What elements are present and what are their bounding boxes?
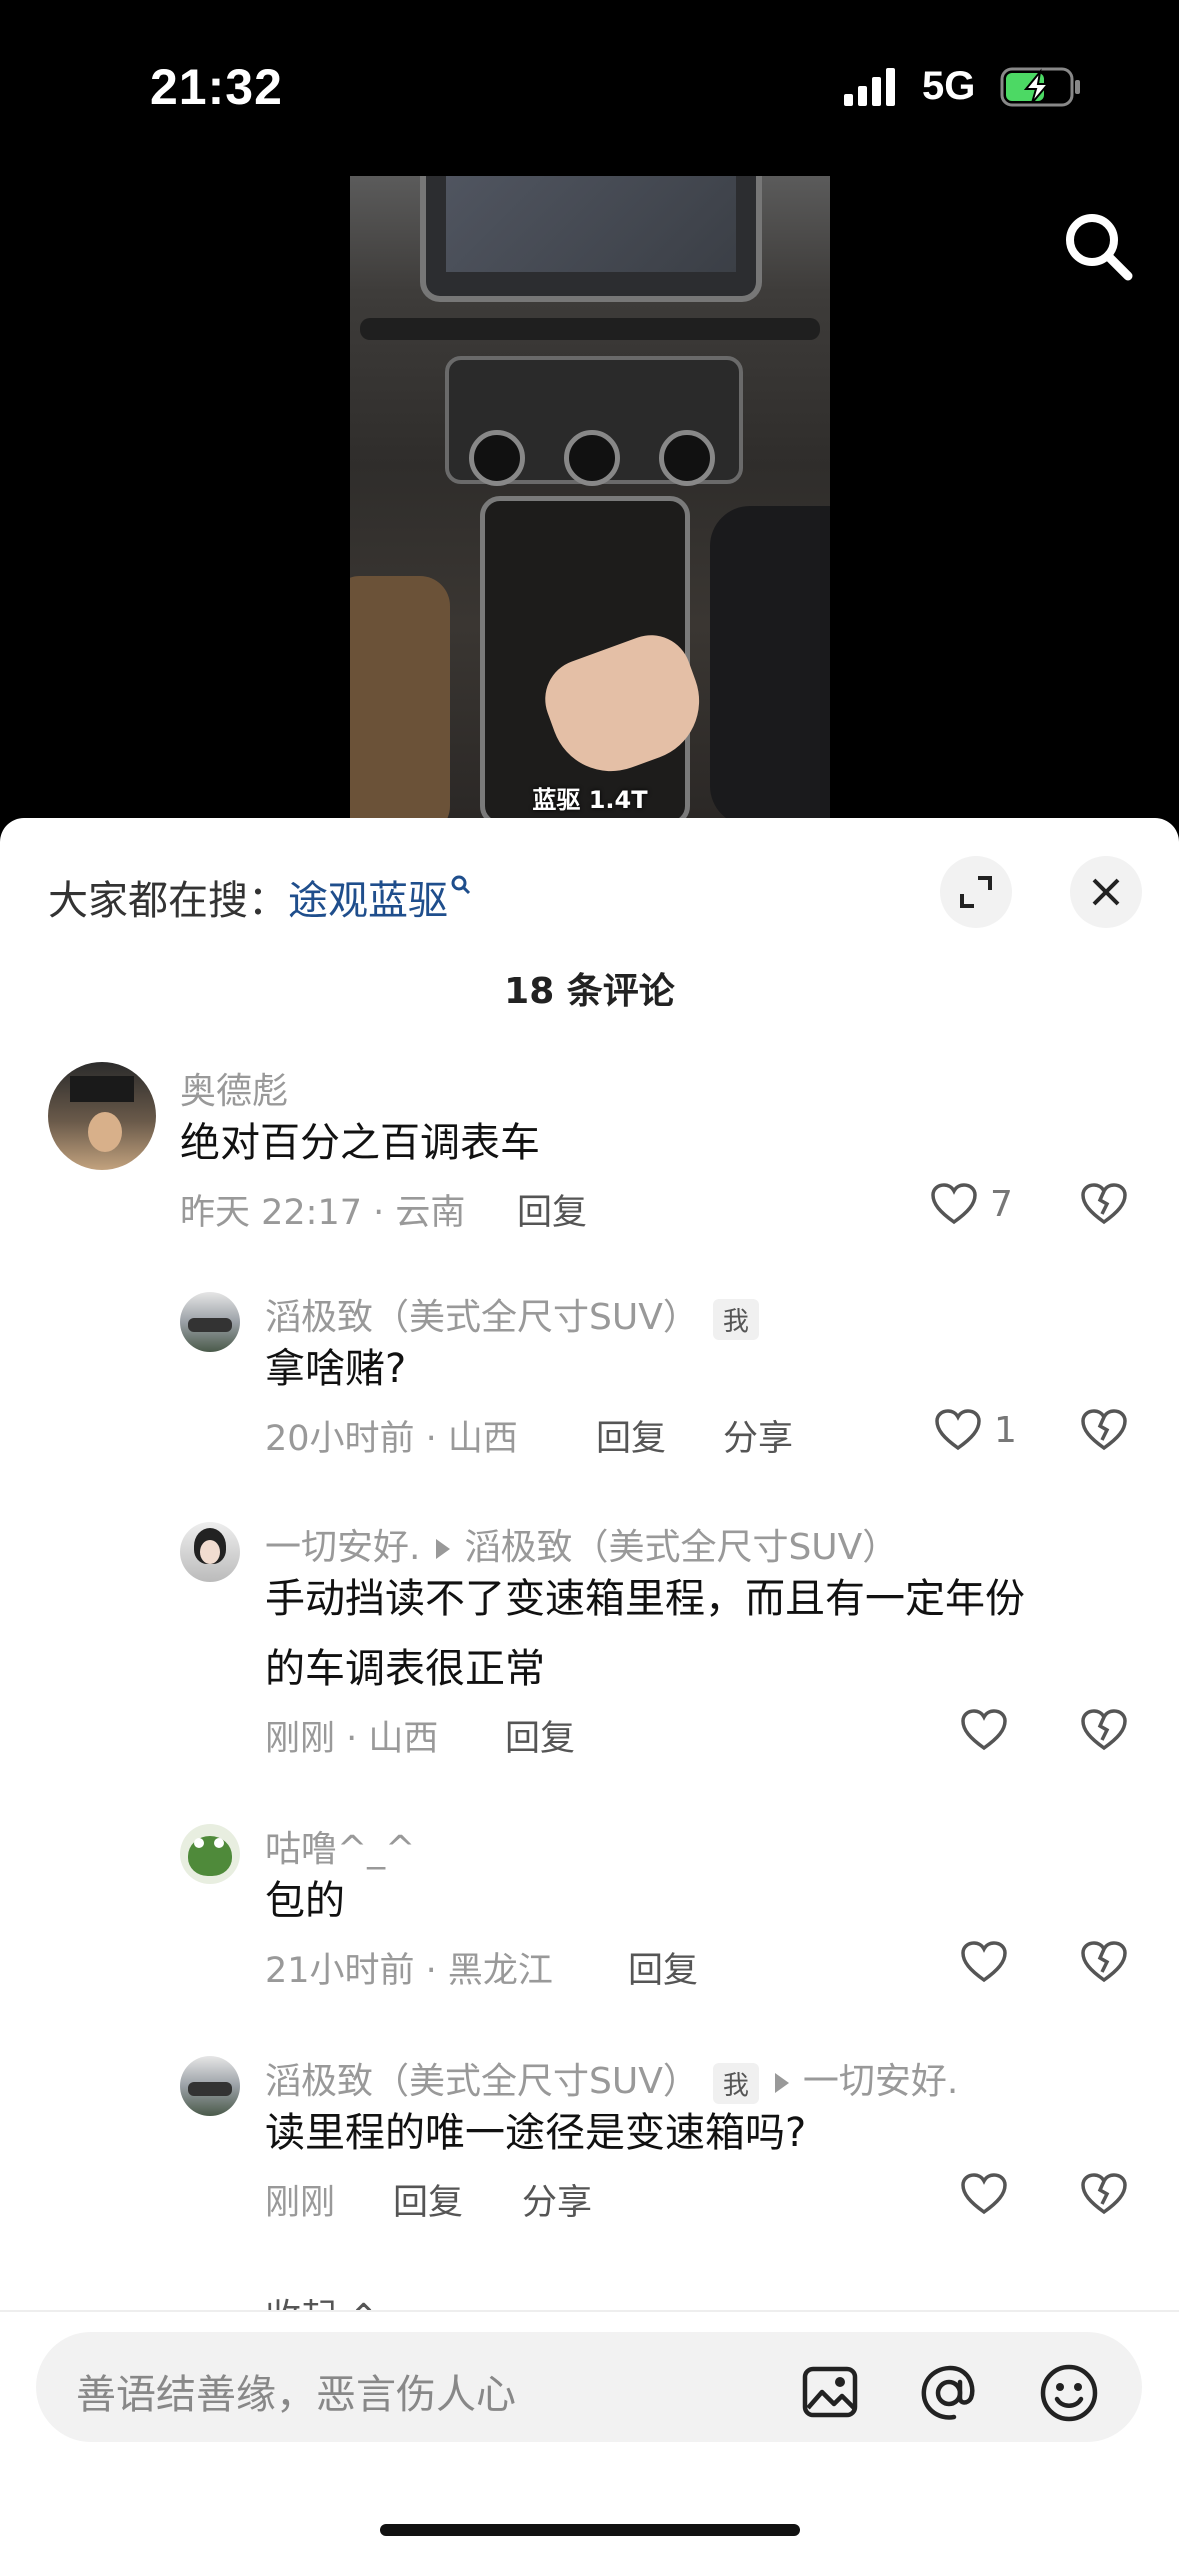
climate-panel: [445, 356, 743, 486]
me-tag: 我: [712, 1298, 759, 1340]
avatar[interactable]: [180, 2056, 240, 2116]
dislike-icon[interactable]: [1080, 1940, 1128, 1984]
share-button[interactable]: 分享: [522, 2174, 592, 2225]
status-bar: 21:32 5G: [0, 0, 1179, 160]
reply-username-text[interactable]: 一切安好.: [265, 1527, 420, 1568]
reply-button[interactable]: 回复: [596, 1410, 666, 1461]
avatar[interactable]: [180, 1292, 240, 1352]
reply-to-user[interactable]: 滔极致（美式全尺寸SUV）: [464, 1527, 898, 1568]
close-button[interactable]: [1070, 856, 1142, 928]
search-icon: [451, 875, 471, 895]
expand-icon: [960, 876, 992, 908]
heart-icon[interactable]: [960, 2172, 1008, 2216]
avatar[interactable]: [180, 1824, 240, 1884]
image-icon[interactable]: [800, 2362, 860, 2422]
heart-icon[interactable]: [960, 1940, 1008, 1984]
dislike-icon[interactable]: [1080, 1182, 1128, 1226]
reply-username-text[interactable]: 滔极致（美式全尺寸SUV）: [265, 2061, 699, 2102]
status-time: 21:32: [150, 59, 283, 115]
heart-icon[interactable]: [930, 1182, 978, 1226]
reply-username[interactable]: 一切安好. 滔极致（美式全尺寸SUV）: [265, 1518, 898, 1570]
like-count: 7: [990, 1184, 1013, 1225]
battery-icon: [1000, 67, 1080, 107]
reply-text-line2: 的车调表很正常: [265, 1646, 545, 1692]
home-indicator[interactable]: [380, 2524, 800, 2536]
video-frame[interactable]: 蓝驱 1.4T: [350, 176, 830, 818]
reply-meta: 刚刚 · 山西: [265, 1719, 439, 1759]
comment-input-placeholder: 善语结善缘，恶言伤人心: [76, 2372, 516, 2418]
dislike-icon[interactable]: [1080, 1708, 1128, 1752]
dislike-icon[interactable]: [1080, 2172, 1128, 2216]
reply-button[interactable]: 回复: [517, 1184, 587, 1235]
reply-meta: 21小时前 · 黑龙江: [265, 1951, 553, 1991]
reply-text-line1: 手动挡读不了变速箱里程，而且有一定年份: [265, 1576, 1025, 1622]
reply-meta: 刚刚: [265, 2183, 336, 2223]
reply-meta: 20小时前 · 山西: [265, 1419, 518, 1459]
share-button[interactable]: 分享: [723, 1410, 793, 1461]
video-caption: 蓝驱 1.4T: [532, 786, 648, 814]
hot-search-label: 大家都在搜：: [48, 878, 288, 924]
comment-sheet: 大家都在搜：途观蓝驱 18 条评论 奥德彪 绝对百分之百调表车 昨天 22:17…: [0, 818, 1179, 2558]
reply-button[interactable]: 回复: [628, 1942, 698, 1993]
reply-username[interactable]: 滔极致（美式全尺寸SUV） 我: [265, 1288, 759, 1340]
avatar[interactable]: [180, 1522, 240, 1582]
reply-username-text[interactable]: 滔极致（美式全尺寸SUV）: [265, 1297, 699, 1338]
emoji-icon[interactable]: [1038, 2362, 1100, 2424]
close-icon: [1092, 878, 1120, 906]
search-icon[interactable]: [1058, 206, 1138, 286]
comment-meta: 昨天 22:17 · 云南: [180, 1193, 466, 1233]
reply-to-arrow-icon: [436, 1539, 451, 1559]
signal-icon: [844, 68, 895, 106]
hot-search-keyword[interactable]: 途观蓝驱: [288, 878, 448, 924]
at-icon[interactable]: [918, 2362, 980, 2424]
heart-icon[interactable]: [934, 1408, 982, 1452]
dislike-icon[interactable]: [1080, 1408, 1128, 1452]
comment-username[interactable]: 奥德彪: [180, 1062, 288, 1114]
reply-button[interactable]: 回复: [505, 1710, 575, 1761]
reply-username[interactable]: 滔极致（美式全尺寸SUV）我一切安好.: [265, 2052, 958, 2104]
reply-text: 拿啥赌?: [265, 1346, 407, 1392]
avatar[interactable]: [48, 1062, 156, 1170]
reply-username[interactable]: 咕噜^_^: [265, 1820, 415, 1872]
reply-text: 包的: [265, 1878, 345, 1924]
network-type: 5G: [922, 64, 976, 108]
comment-text: 绝对百分之百调表车: [180, 1120, 540, 1166]
like-count: 1: [994, 1410, 1017, 1451]
reply-text: 读里程的唯一途径是变速箱吗?: [265, 2110, 807, 2156]
reply-button[interactable]: 回复: [393, 2174, 463, 2225]
heart-icon[interactable]: [960, 1708, 1008, 1752]
expand-button[interactable]: [940, 856, 1012, 928]
comment-input-bar: 善语结善缘，恶言伤人心: [0, 2310, 1179, 2558]
hot-search[interactable]: 大家都在搜：途观蓝驱: [48, 868, 472, 926]
reply-to-user[interactable]: 一切安好.: [803, 2061, 958, 2102]
comment-count: 18 条评论: [504, 971, 675, 1012]
car-screen: [420, 176, 762, 302]
reply-to-arrow-icon: [774, 2073, 789, 2093]
